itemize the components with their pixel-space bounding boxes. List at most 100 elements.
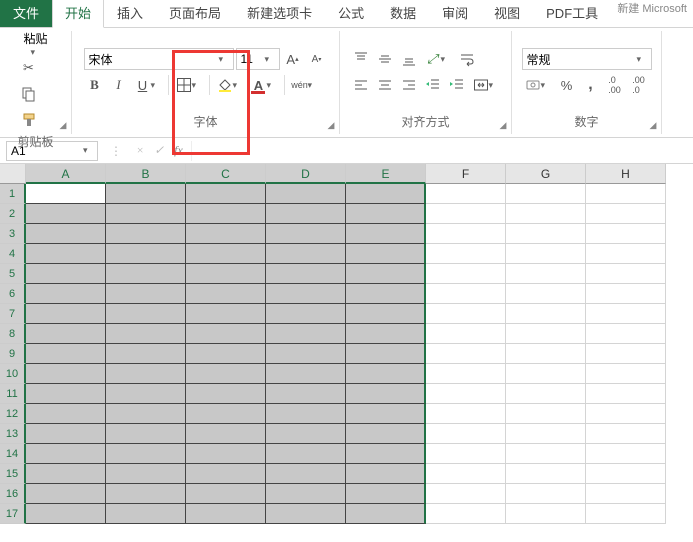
cell[interactable] (186, 404, 266, 424)
cell[interactable] (266, 184, 346, 204)
cell[interactable] (586, 224, 666, 244)
cell[interactable] (506, 444, 586, 464)
column-header[interactable]: H (586, 164, 666, 184)
cell[interactable] (586, 444, 666, 464)
cell[interactable] (26, 284, 106, 304)
align-right-button[interactable] (398, 74, 420, 96)
format-painter-button[interactable] (18, 109, 40, 131)
cell[interactable] (186, 284, 266, 304)
row-header[interactable]: 6 (0, 284, 26, 304)
column-header[interactable]: F (426, 164, 506, 184)
cell[interactable] (426, 384, 506, 404)
copy-button[interactable] (18, 83, 40, 105)
cell[interactable] (426, 304, 506, 324)
row-header[interactable]: 1 (0, 184, 26, 204)
cell[interactable] (506, 364, 586, 384)
tab-4[interactable]: 公式 (325, 0, 377, 27)
cell[interactable] (346, 484, 426, 504)
row-header[interactable]: 7 (0, 304, 26, 324)
cell[interactable] (266, 464, 346, 484)
cell[interactable] (26, 224, 106, 244)
tab-5[interactable]: 数据 (377, 0, 429, 27)
confirm-formula-button[interactable]: ✓ (154, 143, 164, 158)
cell[interactable] (506, 324, 586, 344)
cell[interactable] (26, 404, 106, 424)
cell[interactable] (426, 464, 506, 484)
cell[interactable] (26, 344, 106, 364)
bold-button[interactable]: B (84, 74, 106, 96)
increase-decimal-button[interactable]: .0.00 (604, 74, 626, 96)
cell[interactable] (346, 344, 426, 364)
cell[interactable] (426, 504, 506, 524)
select-all-corner[interactable] (0, 164, 26, 184)
column-header[interactable]: C (186, 164, 266, 184)
cell[interactable] (346, 464, 426, 484)
tab-6[interactable]: 审阅 (429, 0, 481, 27)
row-header[interactable]: 11 (0, 384, 26, 404)
cell[interactable] (266, 444, 346, 464)
cell[interactable] (186, 344, 266, 364)
cell[interactable] (506, 384, 586, 404)
percent-button[interactable]: % (556, 74, 578, 96)
cell[interactable] (346, 424, 426, 444)
cell[interactable] (346, 364, 426, 384)
cell[interactable] (186, 424, 266, 444)
cell[interactable] (506, 284, 586, 304)
cell[interactable] (426, 364, 506, 384)
cell[interactable] (26, 184, 106, 204)
cell[interactable] (106, 184, 186, 204)
cell[interactable] (26, 484, 106, 504)
row-header[interactable]: 9 (0, 344, 26, 364)
wrap-text-button[interactable] (456, 48, 478, 70)
cell[interactable] (506, 344, 586, 364)
row-header[interactable]: 17 (0, 504, 26, 524)
cell[interactable] (586, 424, 666, 444)
align-center-button[interactable] (374, 74, 396, 96)
cell[interactable] (186, 384, 266, 404)
cell[interactable] (506, 404, 586, 424)
cell[interactable] (266, 224, 346, 244)
cell[interactable] (346, 184, 426, 204)
cell[interactable] (106, 404, 186, 424)
cell[interactable] (26, 424, 106, 444)
cell[interactable] (186, 484, 266, 504)
align-top-button[interactable] (350, 48, 372, 70)
cell[interactable] (426, 264, 506, 284)
cell[interactable] (266, 484, 346, 504)
row-header[interactable]: 8 (0, 324, 26, 344)
cell[interactable] (26, 464, 106, 484)
cell[interactable] (346, 324, 426, 344)
cell[interactable] (186, 224, 266, 244)
cell[interactable] (26, 244, 106, 264)
cell[interactable] (266, 284, 346, 304)
font-color-button[interactable]: A▾ (248, 74, 280, 96)
cell[interactable] (586, 204, 666, 224)
cell[interactable] (586, 484, 666, 504)
cell[interactable] (346, 224, 426, 244)
column-header[interactable]: B (106, 164, 186, 184)
cell[interactable] (586, 244, 666, 264)
cell[interactable] (26, 304, 106, 324)
increase-font-button[interactable]: A▴ (282, 48, 304, 70)
cell[interactable] (186, 504, 266, 524)
cell[interactable] (506, 504, 586, 524)
cell[interactable] (426, 184, 506, 204)
cell[interactable] (346, 504, 426, 524)
cell[interactable] (186, 464, 266, 484)
cell[interactable] (506, 224, 586, 244)
cell[interactable] (186, 184, 266, 204)
insert-function-button[interactable]: fx (174, 143, 183, 158)
cell[interactable] (266, 204, 346, 224)
phonetic-button[interactable]: wén▾ (289, 74, 321, 96)
cell[interactable] (426, 324, 506, 344)
cell[interactable] (106, 344, 186, 364)
cell[interactable] (26, 384, 106, 404)
cell[interactable] (586, 504, 666, 524)
cell[interactable] (106, 424, 186, 444)
cell[interactable] (26, 324, 106, 344)
cell[interactable] (346, 204, 426, 224)
column-header[interactable]: G (506, 164, 586, 184)
tab-7[interactable]: 视图 (481, 0, 533, 27)
cell[interactable] (106, 224, 186, 244)
cell[interactable] (266, 424, 346, 444)
